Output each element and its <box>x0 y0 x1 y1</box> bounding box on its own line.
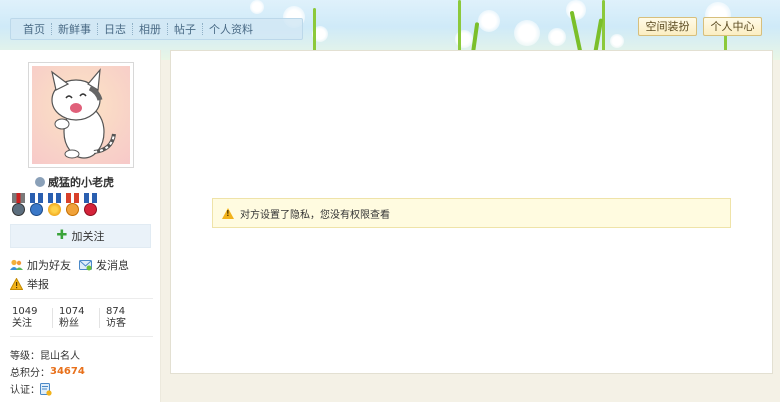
points-label: 总积分： <box>10 368 50 379</box>
level-label: 等级： <box>10 351 40 362</box>
report-label: 举报 <box>27 278 49 291</box>
points-row: 总积分： 34674 <box>10 364 85 379</box>
stat-divider <box>52 308 53 328</box>
report-link[interactable]: 举报 <box>9 276 49 292</box>
add-friend-link[interactable]: 加为好友 <box>10 257 71 273</box>
cat-illustration <box>51 68 116 159</box>
medal-badge-icon[interactable] <box>64 193 81 220</box>
nav-profile[interactable]: 个人资料 <box>203 21 259 37</box>
dandelion-decoration <box>610 34 624 48</box>
stat-visitors[interactable]: 874 访客 <box>106 306 126 330</box>
stat-visitors-label: 访客 <box>106 318 126 329</box>
stat-fans-label: 粉丝 <box>59 318 79 329</box>
nav-home[interactable]: 首页 <box>17 21 51 37</box>
send-message-link[interactable]: 发消息 <box>79 257 129 273</box>
medal-badge-icon[interactable] <box>46 193 63 220</box>
stat-divider <box>99 308 100 328</box>
message-icon <box>79 259 92 271</box>
personal-center-button[interactable]: 个人中心 <box>703 17 762 36</box>
add-friend-icon <box>10 259 23 271</box>
privacy-notice: 对方设置了隐私，您没有权限查看 <box>212 198 731 228</box>
verification-row: 认证： <box>10 381 53 396</box>
send-message-label: 发消息 <box>96 259 129 272</box>
medal-badge-icon[interactable] <box>10 193 27 220</box>
avatar[interactable] <box>28 62 134 168</box>
nav-album[interactable]: 相册 <box>133 21 167 37</box>
divider <box>10 336 153 337</box>
divider <box>10 298 153 299</box>
medal-list <box>10 193 99 220</box>
level-value: 昆山名人 <box>40 351 80 362</box>
user-icon <box>35 177 45 187</box>
profile-sidebar: 威猛的小老虎 ✚ 加关注 加为好友 发消息 举报 1049 关注 1074 粉丝… <box>0 50 161 402</box>
points-value: 34674 <box>50 366 85 377</box>
main-nav: 首页 新鲜事 日志 相册 帖子 个人资料 <box>10 18 303 40</box>
add-friend-label: 加为好友 <box>27 259 71 272</box>
medal-badge-icon[interactable] <box>82 193 99 220</box>
decorate-space-button[interactable]: 空间装扮 <box>638 17 697 36</box>
warning-icon <box>9 277 24 290</box>
dandelion-decoration <box>250 0 264 14</box>
warning-icon <box>222 207 234 219</box>
username: 威猛的小老虎 <box>48 176 114 189</box>
dandelion-decoration <box>514 20 540 46</box>
plus-icon: ✚ <box>56 228 68 243</box>
dandelion-decoration <box>566 0 586 20</box>
medal-badge-icon[interactable] <box>28 193 45 220</box>
stat-following[interactable]: 1049 关注 <box>12 306 37 330</box>
verified-id-icon[interactable] <box>40 382 53 396</box>
dandelion-decoration <box>478 10 500 32</box>
nav-blog[interactable]: 日志 <box>98 21 132 37</box>
privacy-notice-text: 对方设置了隐私，您没有权限查看 <box>240 209 390 221</box>
verification-label: 认证： <box>10 385 40 396</box>
stat-fans-value: 1074 <box>59 306 85 317</box>
dandelion-decoration <box>548 28 566 46</box>
follow-button-label: 加关注 <box>71 230 105 243</box>
follow-button[interactable]: ✚ 加关注 <box>10 224 151 248</box>
level-row: 等级： 昆山名人 <box>10 347 80 362</box>
avatar-image <box>32 66 130 164</box>
stat-visitors-value: 874 <box>106 306 126 317</box>
stat-following-label: 关注 <box>12 318 32 329</box>
username-row: 威猛的小老虎 <box>35 174 114 190</box>
main-content-panel: 对方设置了隐私，您没有权限查看 <box>170 50 773 374</box>
stat-fans[interactable]: 1074 粉丝 <box>59 306 84 330</box>
nav-news-feed[interactable]: 新鲜事 <box>52 21 97 37</box>
stat-following-value: 1049 <box>12 306 38 317</box>
nav-posts[interactable]: 帖子 <box>168 21 202 37</box>
